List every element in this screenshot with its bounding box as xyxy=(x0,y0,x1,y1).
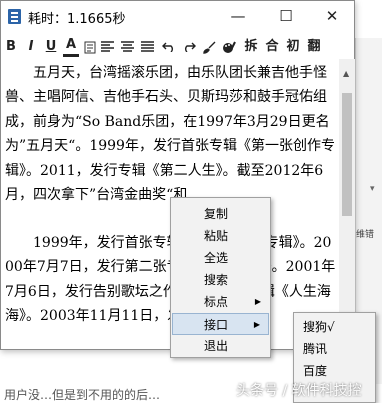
menu-item-copy[interactable]: 复制 xyxy=(172,203,269,225)
maximize-button[interactable]: ☐ xyxy=(263,1,309,32)
scrollbar-thumb[interactable] xyxy=(342,93,352,216)
menu-item-select-all[interactable]: 全选 xyxy=(172,247,269,269)
palette-icon[interactable] xyxy=(221,36,237,58)
menu-item-exit[interactable]: 退出 xyxy=(172,335,269,357)
background-bottom-text: 用户没…但是到不用的的后… xyxy=(4,388,161,402)
context-menu: 复制 粘贴 全选 搜索 标点 ▶ 接口 ▶ 退出 xyxy=(170,197,271,358)
scroll-up-arrow-icon[interactable]: ▲ xyxy=(343,69,349,78)
vertical-scrollbar[interactable]: ▲ xyxy=(339,59,355,350)
window-title: 耗时：1.1665秒 xyxy=(28,12,126,27)
bold-button[interactable]: B xyxy=(3,36,19,58)
redo-icon[interactable] xyxy=(181,36,197,58)
align-center-icon[interactable] xyxy=(119,36,135,58)
menu-item-interface[interactable]: 接口 ▶ xyxy=(172,313,269,335)
submenu-arrow-icon: ▶ xyxy=(254,297,261,306)
format-toolbar: B I U A 拆 合 初 翻 xyxy=(1,36,354,58)
menu-item-paste[interactable]: 粘贴 xyxy=(172,225,269,247)
undo-icon[interactable] xyxy=(161,36,177,58)
translate-button[interactable]: 翻 xyxy=(305,36,323,58)
background-dropdown-arrow-icon: ▾ xyxy=(370,184,375,194)
watermark: 头条号 / 软件科技控 xyxy=(236,383,362,399)
menu-item-search[interactable]: 搜索 xyxy=(172,269,269,291)
italic-button[interactable]: I xyxy=(23,36,39,58)
align-left-icon[interactable] xyxy=(99,36,115,58)
submenu-item-baidu[interactable]: 百度 xyxy=(295,360,374,382)
text-paragraph[interactable]: 五月天，台湾摇滚乐团，由乐队团长兼吉他手怪兽、主唱阿信、吉他手石头、贝斯玛莎和鼓… xyxy=(5,61,339,207)
app-icon xyxy=(8,9,21,24)
initial-button[interactable]: 初 xyxy=(284,36,302,58)
simplified-traditional-button[interactable]: 拆 xyxy=(242,36,260,58)
submenu-arrow-icon: ▶ xyxy=(253,320,260,329)
minimize-button[interactable]: — xyxy=(215,1,261,32)
submenu-item-sogou[interactable]: 搜狗√ xyxy=(295,316,374,338)
font-color-button[interactable]: A xyxy=(63,36,79,57)
background-side-text: 维错 xyxy=(356,230,375,240)
brush-icon[interactable] xyxy=(201,36,217,58)
menu-item-punctuation[interactable]: 标点 ▶ xyxy=(172,291,269,313)
submenu-item-tencent[interactable]: 腾讯 xyxy=(295,338,374,360)
align-justify-icon[interactable] xyxy=(139,36,155,58)
underline-button[interactable]: U xyxy=(43,36,59,58)
title-bar[interactable]: 耗时：1.1665秒 — ☐ ✕ xyxy=(1,1,354,32)
document-icon[interactable] xyxy=(82,36,98,58)
merge-button[interactable]: 合 xyxy=(263,36,281,58)
close-button[interactable]: ✕ xyxy=(309,1,355,32)
